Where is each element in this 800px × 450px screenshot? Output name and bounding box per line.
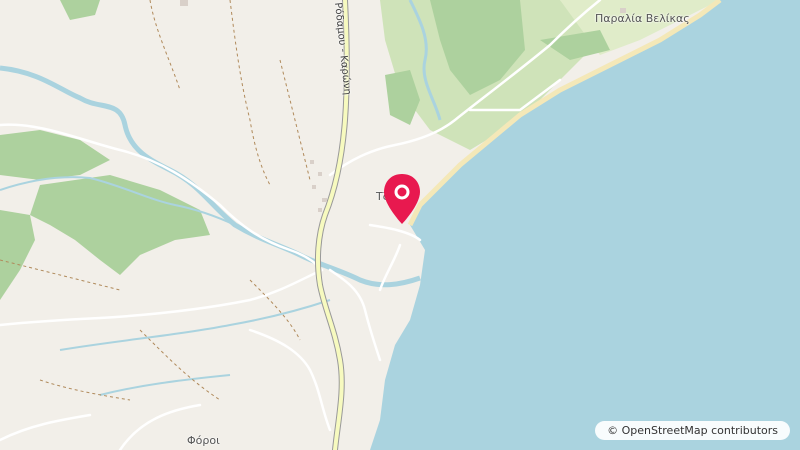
map-canvas[interactable]: Παραλία Βελίκας Τζάνες Φόροι Ρόδαμου - Κ…	[0, 0, 800, 450]
place-label-foroi: Φόροι	[187, 434, 220, 447]
map-pin-icon	[384, 174, 420, 224]
attribution-badge[interactable]: © OpenStreetMap contributors	[595, 421, 790, 440]
location-marker[interactable]	[382, 172, 422, 226]
place-label-paralia-velikas: Παραλία Βελίκας	[595, 12, 690, 25]
attribution-text: © OpenStreetMap contributors	[607, 424, 778, 437]
